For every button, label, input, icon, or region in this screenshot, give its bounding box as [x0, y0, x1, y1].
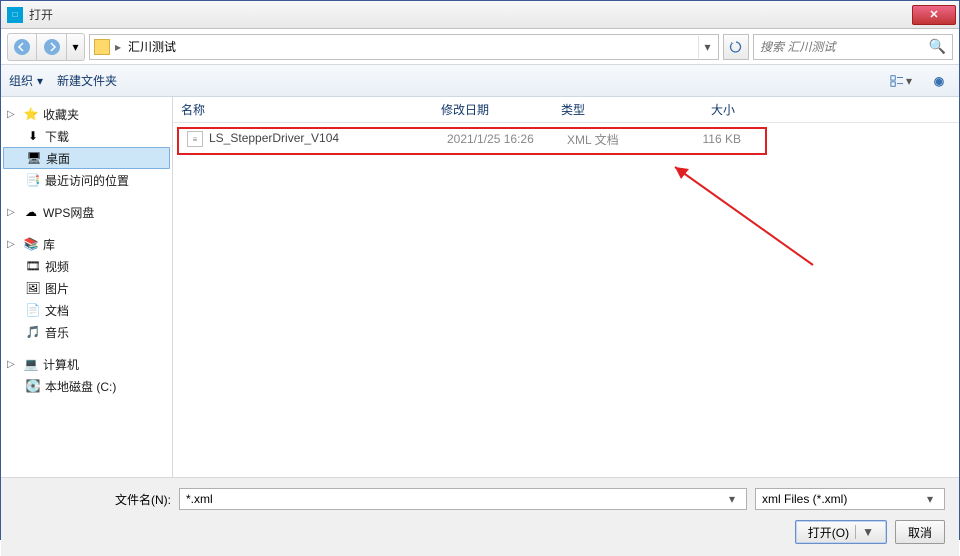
filetype-filter[interactable]: xml Files (*.xml) ▾: [755, 488, 945, 510]
video-icon: 🎞: [25, 258, 41, 274]
star-icon: ⭐: [23, 106, 39, 122]
forward-button[interactable]: [37, 33, 67, 61]
cancel-button[interactable]: 取消: [895, 520, 945, 544]
help-icon: ◉: [934, 74, 944, 88]
view-icon: [890, 74, 904, 88]
search-box[interactable]: 🔍: [753, 34, 953, 60]
breadcrumb-folder[interactable]: 汇川测试: [124, 38, 180, 55]
sidebar-item-music[interactable]: 🎵音乐: [3, 321, 170, 343]
col-date[interactable]: 修改日期: [433, 101, 553, 118]
arrow-left-icon: [14, 39, 30, 55]
col-name[interactable]: 名称: [173, 101, 433, 118]
new-folder-button[interactable]: 新建文件夹: [57, 72, 117, 89]
expand-icon: ▷: [7, 109, 19, 120]
picture-icon: 🖼: [25, 280, 41, 296]
bottom-panel: 文件名(N): ▾ xml Files (*.xml) ▾ 打开(O)▼ 取消: [1, 477, 959, 556]
organize-menu[interactable]: 组织▾: [9, 72, 43, 89]
document-icon: 📄: [25, 302, 41, 318]
expand-icon: ▷: [7, 207, 19, 218]
chevron-down-icon[interactable]: ▾: [724, 492, 740, 506]
cloud-icon: ☁: [23, 204, 39, 220]
chevron-right-icon: ▸: [112, 40, 124, 54]
annotation-arrow: [663, 155, 823, 275]
sidebar-item-pictures[interactable]: 🖼图片: [3, 277, 170, 299]
chevron-down-icon[interactable]: ▾: [922, 492, 938, 506]
view-options-button[interactable]: ▾: [889, 70, 913, 92]
sidebar: ▷⭐收藏夹 ⬇下载 🖥桌面 📑最近访问的位置 ▷☁WPS网盘 ▷📚库 🎞视频 🖼…: [1, 97, 173, 477]
window-title: 打开: [29, 6, 912, 23]
filename-label: 文件名(N):: [101, 491, 171, 508]
arrow-right-icon: [44, 39, 60, 55]
library-icon: 📚: [23, 236, 39, 252]
app-icon: □: [7, 7, 23, 23]
file-list: 名称 修改日期 类型 大小 ≡LS_StepperDriver_V104 202…: [173, 97, 959, 477]
download-icon: ⬇: [25, 128, 41, 144]
toolbar: 组织▾ 新建文件夹 ▾ ◉: [1, 65, 959, 97]
expand-icon: ▷: [7, 239, 19, 250]
open-dropdown[interactable]: ▼: [855, 525, 874, 539]
recent-icon: 📑: [25, 172, 41, 188]
col-size[interactable]: 大小: [663, 101, 743, 118]
search-input[interactable]: [760, 40, 929, 54]
back-button[interactable]: [7, 33, 37, 61]
filename-combo[interactable]: ▾: [179, 488, 747, 510]
nav-bar: ▾ ▸ 汇川测试 ▾ 🔍: [1, 29, 959, 65]
filename-input[interactable]: [186, 492, 724, 506]
close-icon: ✕: [929, 8, 938, 21]
expand-icon: ▷: [7, 359, 19, 370]
breadcrumb[interactable]: ▸ 汇川测试 ▾: [89, 34, 719, 60]
refresh-icon: [729, 40, 743, 54]
sidebar-computer[interactable]: ▷💻计算机: [3, 353, 170, 375]
disk-icon: 💽: [25, 378, 41, 394]
folder-icon: [94, 39, 110, 55]
sidebar-item-downloads[interactable]: ⬇下载: [3, 125, 170, 147]
sidebar-item-drive-c[interactable]: 💽本地磁盘 (C:): [3, 375, 170, 397]
sidebar-item-video[interactable]: 🎞视频: [3, 255, 170, 277]
music-icon: 🎵: [25, 324, 41, 340]
sidebar-favorites[interactable]: ▷⭐收藏夹: [3, 103, 170, 125]
nav-history: ▾: [7, 33, 85, 61]
desktop-icon: 🖥: [26, 150, 42, 166]
close-button[interactable]: ✕: [912, 5, 956, 25]
column-headers: 名称 修改日期 类型 大小: [173, 97, 959, 123]
titlebar: □ 打开 ✕: [1, 1, 959, 29]
sidebar-item-documents[interactable]: 📄文档: [3, 299, 170, 321]
open-file-dialog: □ 打开 ✕ ▾ ▸ 汇川测试 ▾ 🔍 组织▾ 新: [0, 0, 960, 540]
col-type[interactable]: 类型: [553, 101, 663, 118]
body: ▷⭐收藏夹 ⬇下载 🖥桌面 📑最近访问的位置 ▷☁WPS网盘 ▷📚库 🎞视频 🖼…: [1, 97, 959, 477]
annotation-highlight-box: [177, 127, 767, 155]
open-button[interactable]: 打开(O)▼: [795, 520, 887, 544]
chevron-down-icon: ▾: [37, 74, 43, 88]
help-button[interactable]: ◉: [927, 70, 951, 92]
search-icon: 🔍: [929, 38, 946, 55]
sidebar-item-desktop[interactable]: 🖥桌面: [3, 147, 170, 169]
breadcrumb-dropdown[interactable]: ▾: [698, 36, 716, 58]
refresh-button[interactable]: [723, 34, 749, 60]
filter-text: xml Files (*.xml): [762, 492, 922, 506]
sidebar-item-recent[interactable]: 📑最近访问的位置: [3, 169, 170, 191]
history-dropdown[interactable]: ▾: [67, 33, 85, 61]
chevron-down-icon: ▾: [906, 74, 912, 88]
sidebar-libraries[interactable]: ▷📚库: [3, 233, 170, 255]
computer-icon: 💻: [23, 356, 39, 372]
sidebar-wps[interactable]: ▷☁WPS网盘: [3, 201, 170, 223]
